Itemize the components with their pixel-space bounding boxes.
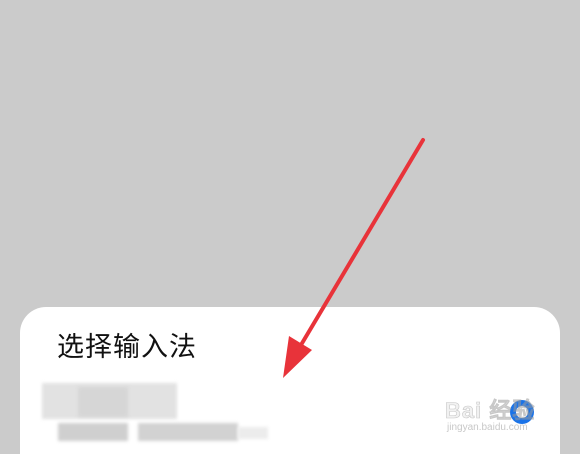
arrow-shaft [296,138,425,352]
arrow-head [283,336,312,378]
watermark-url: jingyan.baidu.com [447,422,528,433]
baidu-jingyan-watermark: Bai 经验 jingyan.baidu.com [445,393,555,443]
red-arrow-annotation [283,138,425,378]
watermark-logo: Bai 经验 [445,398,536,424]
